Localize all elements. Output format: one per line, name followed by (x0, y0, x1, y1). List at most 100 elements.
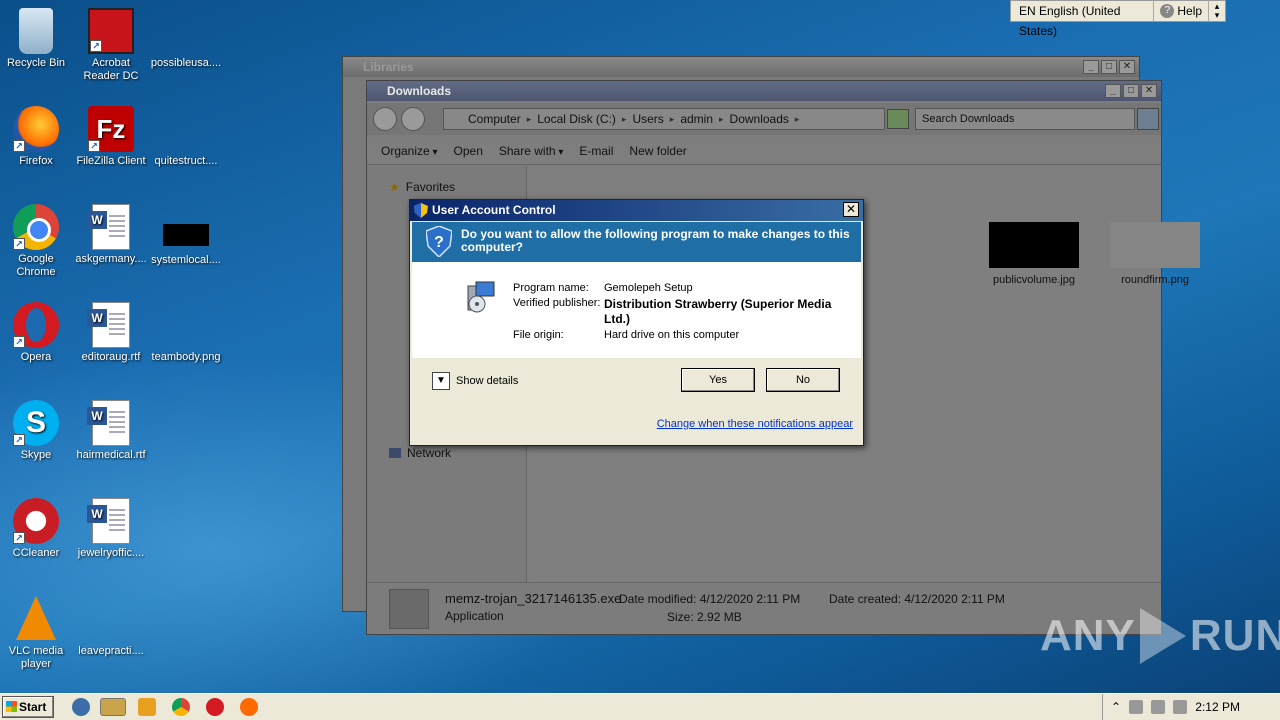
show-details-toggle[interactable]: ▼ Show details (432, 372, 518, 390)
clock[interactable]: 2:12 PM (1195, 700, 1280, 714)
new-folder-button[interactable]: New folder (629, 144, 686, 158)
ie-taskbar-icon[interactable] (72, 698, 90, 716)
chrome-taskbar-icon[interactable] (172, 698, 190, 716)
word-document-icon (87, 400, 130, 446)
opera-taskbar-icon[interactable] (206, 698, 224, 716)
file-icon (88, 596, 134, 642)
breadcrumb-item[interactable]: admin (680, 112, 713, 126)
desktop-icon-askgermany[interactable]: askgermany.... (75, 204, 147, 266)
desktop-icon-chrome[interactable]: ↗ Google Chrome (0, 204, 72, 279)
desktop-icon-filezilla[interactable]: Fz ↗ FileZilla Client (75, 106, 147, 168)
desktop-icon-label: Firefox (19, 155, 53, 167)
yes-button[interactable]: Yes (681, 368, 755, 392)
desktop-icon-label: leavepracti.... (78, 645, 144, 657)
uac-title: User Account Control (432, 203, 556, 217)
desktop-icon-label: systemlocal.... (151, 254, 221, 266)
email-button[interactable]: E-mail (579, 144, 613, 158)
desktop-icon-quitestruct[interactable]: quitestruct.... (150, 106, 222, 168)
maximize-button[interactable]: □ (1101, 60, 1117, 74)
desktop-icon-acrobat[interactable]: ↗ Acrobat Reader DC (75, 8, 147, 83)
show-hidden-icons-icon[interactable]: ⌃ (1111, 700, 1121, 714)
help-button[interactable]: ? Help (1154, 1, 1210, 21)
desktop-icon-label: Skype (20, 449, 52, 461)
address-bar[interactable]: Computer ▸ Local Disk (C:) ▸ Users ▸ admin ▸… (443, 108, 885, 130)
desktop-icon-teambody[interactable]: teambody.png (150, 302, 222, 364)
desktop-icon-jewelryoffic[interactable]: jewelryoffic.... (75, 498, 147, 560)
desktop-icon-leavepracti[interactable]: leavepracti.... (75, 596, 147, 658)
watermark-text-left: ANY (1040, 611, 1136, 660)
minimize-button[interactable]: _ (1105, 84, 1121, 98)
uac-shield-icon: ? (426, 226, 452, 257)
firefox-taskbar-icon[interactable] (240, 698, 258, 716)
power-icon[interactable] (1173, 700, 1188, 714)
desktop-icon-possibleusa[interactable]: possibleusa.... (150, 8, 222, 70)
command-bar: Organize Open Share with E-mail New fold… (367, 137, 1161, 165)
breadcrumb-item[interactable]: Local Disk (C:) (537, 112, 616, 126)
nav-label: Favorites (405, 180, 456, 194)
desktop-icon-firefox[interactable]: ↗ Firefox (0, 106, 72, 168)
no-button[interactable]: No (766, 368, 840, 392)
firefox-icon: ↗ (13, 106, 59, 152)
refresh-button[interactable] (887, 109, 909, 129)
file-item[interactable]: publicvolume.jpg (989, 222, 1079, 286)
file-icon (163, 106, 209, 152)
close-button[interactable]: ✕ (1119, 60, 1135, 74)
help-icon: ? (1160, 4, 1175, 18)
desktop-icon-skype[interactable]: S ↗ Skype (0, 400, 72, 462)
breadcrumb-item[interactable]: Downloads (730, 112, 789, 126)
desktop-icon-ccleaner[interactable]: ↗ CCleaner (0, 498, 72, 560)
system-tray: ⌃ 2:12 PM (1102, 694, 1280, 720)
change-notifications-link[interactable]: Change when these notifications appear (657, 418, 853, 430)
publisher-value: Distribution Strawberry (Superior Media … (604, 297, 832, 326)
organize-menu[interactable]: Organize (381, 144, 438, 158)
maximize-button[interactable]: □ (1123, 84, 1139, 98)
desktop-icon-label: Opera (20, 351, 52, 363)
explorer-taskbar-icon[interactable] (100, 698, 126, 716)
back-button[interactable] (373, 107, 397, 131)
language-selector[interactable]: EN English (United States) (1011, 1, 1155, 38)
desktop-icon-label: hairmedical.rtf (76, 449, 146, 461)
file-name: publicvolume.jpg (993, 274, 1075, 286)
start-button[interactable]: Start (2, 696, 54, 718)
close-button[interactable]: ✕ (1141, 84, 1157, 98)
downloads-title-bar: Downloads _ □ ✕ (367, 81, 1161, 101)
search-icon[interactable] (1137, 108, 1159, 130)
desktop-icon-label: askgermany.... (75, 253, 147, 265)
file-origin-label: File origin: (513, 329, 564, 341)
open-button[interactable]: Open (454, 144, 483, 158)
network-tray-icon[interactable] (1129, 700, 1144, 714)
desktop-icon-hairmedical[interactable]: hairmedical.rtf (75, 400, 147, 462)
details-date-created: Date created: 4/12/2020 2:11 PM (829, 592, 1005, 606)
show-details-label: Show details (456, 375, 519, 387)
desktop-icon-systemlocal[interactable]: systemlocal.... (150, 204, 222, 267)
desktop-icon-label: quitestruct.... (154, 155, 218, 167)
share-with-menu[interactable]: Share with (499, 144, 564, 158)
program-name-value: Gemolepeh Setup (604, 282, 693, 294)
volume-icon[interactable] (1151, 700, 1166, 714)
desktop-icon-opera[interactable]: ↗ Opera (0, 302, 72, 364)
start-label: Start (19, 700, 47, 714)
forward-button[interactable] (401, 107, 425, 131)
minimize-button[interactable]: _ (1083, 60, 1099, 74)
langbar-options-icon[interactable]: ▴ ▾ (1209, 2, 1225, 20)
nav-favorites[interactable]: ★ Favorites (389, 180, 455, 194)
close-button[interactable]: ✕ (843, 202, 859, 217)
breadcrumb-item[interactable]: Computer (468, 112, 521, 126)
desktop-icon-label: teambody.png (151, 351, 221, 363)
media-player-taskbar-icon[interactable] (138, 698, 156, 716)
desktop-icon-recycle-bin[interactable]: Recycle Bin (0, 8, 72, 70)
desktop-icon-label: Google Chrome (16, 253, 56, 278)
nav-network[interactable]: Network (389, 446, 451, 460)
window-title: Libraries (363, 60, 414, 74)
search-input[interactable]: Search Downloads (915, 108, 1135, 130)
libraries-title-bar: Libraries _ □ ✕ (343, 57, 1139, 77)
desktop-icon-vlc[interactable]: VLC media player (0, 596, 72, 671)
file-name: roundfirm.png (1121, 274, 1189, 286)
play-logo-icon (1139, 608, 1186, 664)
breadcrumb-item[interactable]: Users (632, 112, 663, 126)
desktop-icon-editoraug[interactable]: editoraug.rtf (75, 302, 147, 364)
address-row: Computer ▸ Local Disk (C:) ▸ Users ▸ admin ▸… (367, 103, 1161, 135)
uac-banner: ? Do you want to allow the following pro… (412, 222, 861, 262)
shield-icon (414, 203, 428, 218)
file-item[interactable]: roundfirm.png (1109, 222, 1201, 286)
